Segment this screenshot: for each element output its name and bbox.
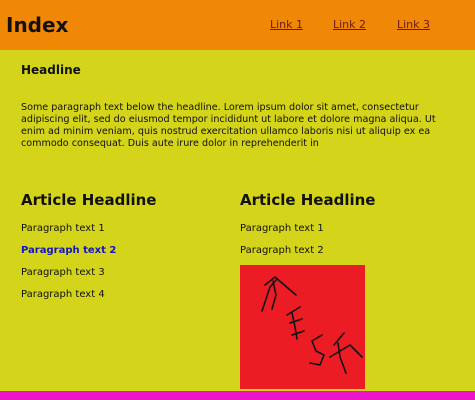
article-paragraph: Paragraph text 3: [21, 267, 105, 278]
nav-link-1[interactable]: Link 1: [270, 18, 303, 32]
article-paragraph: Paragraph text 4: [21, 289, 105, 300]
article-headline: Article Headline: [21, 191, 157, 209]
intro-paragraph: Some paragraph text below the headline. …: [21, 102, 436, 149]
article-paragraph: Paragraph text 2: [240, 245, 324, 256]
site-header: Index Link 1 Link 2 Link 3: [0, 0, 475, 50]
site-title: Index: [6, 13, 69, 37]
article-right: Article Headline Paragraph text 1 Paragr…: [240, 190, 460, 262]
main-headline: Headline: [21, 63, 81, 77]
article-left: Article Headline Paragraph text 1 Paragr…: [21, 190, 221, 306]
test-scribble-image: [240, 265, 365, 389]
nav-link-2[interactable]: Link 2: [333, 18, 366, 32]
article-paragraph: Paragraph text 1: [240, 223, 324, 234]
article-paragraph-highlighted: Paragraph text 2: [21, 245, 117, 256]
scribble-drawing: [261, 276, 363, 374]
article-headline: Article Headline: [240, 191, 376, 209]
article-paragraph: Paragraph text 1: [21, 223, 105, 234]
footer-bar: [0, 391, 475, 400]
nav-link-3[interactable]: Link 3: [397, 18, 430, 32]
